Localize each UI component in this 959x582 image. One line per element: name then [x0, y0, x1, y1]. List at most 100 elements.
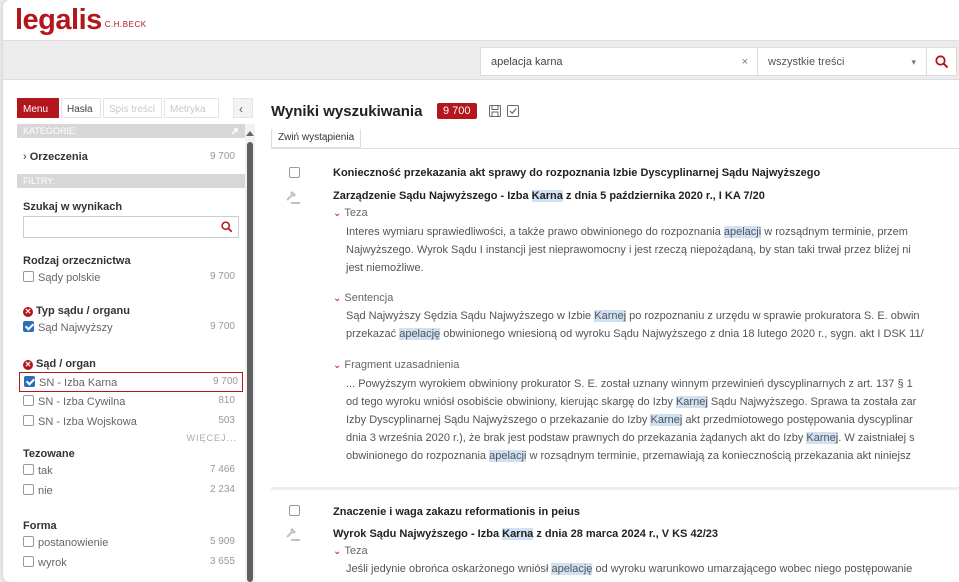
checkbox-checked[interactable]	[24, 376, 35, 387]
filter-option[interactable]: postanowienie 5 909	[23, 536, 239, 551]
highlight: Karna	[531, 190, 563, 202]
text: Izby Dyscyplinarnej Sądu Najwyższego o p…	[346, 414, 651, 426]
option-count: 810	[218, 395, 235, 406]
rodzaj-heading: Rodzaj orzecznictwa	[23, 255, 131, 267]
category-label: Orzeczenia	[29, 151, 88, 163]
option-count: 9 700	[209, 271, 235, 282]
search-button[interactable]	[927, 47, 957, 76]
filter-option[interactable]: SN - Izba Wojskowa 503	[23, 415, 239, 430]
chevron-down-icon: ⌄	[333, 293, 342, 304]
section-toggle-sentencja[interactable]: ⌄ Sentencja	[333, 292, 393, 304]
search-input[interactable]: apelacja karna ×	[480, 47, 757, 76]
sidebar-scrollbar[interactable]	[245, 124, 255, 582]
typ-heading: ✕ Typ sądu / organu	[23, 305, 130, 317]
result-checkbox[interactable]	[289, 505, 300, 516]
chevron-down-icon: ▾	[911, 57, 916, 67]
section-toggle-fragment[interactable]: ⌄ Fragment uzasadnienia	[333, 359, 459, 371]
checkbox[interactable]	[23, 395, 34, 406]
option-label: postanowienie	[38, 537, 109, 549]
option-count: 2 234	[209, 484, 235, 495]
text: akt przedmiotowego postępowania dyscypli…	[682, 414, 913, 426]
categories-label: KATEGORIE:	[23, 126, 78, 136]
checkbox[interactable]	[23, 484, 34, 495]
checkbox[interactable]	[23, 415, 34, 426]
typ-heading-label: Typ sądu / organu	[36, 305, 130, 317]
clear-icon[interactable]: ×	[742, 56, 748, 68]
tab-spis-tresci[interactable]: Spis treści	[103, 98, 162, 118]
checkbox[interactable]	[23, 556, 34, 567]
text: obwinionego do rozpoznania	[346, 450, 490, 462]
save-icon[interactable]	[489, 105, 501, 117]
filter-option-selected[interactable]: SN - Izba Karna 9 700	[19, 372, 243, 392]
filter-option[interactable]: wyrok 3 655	[23, 556, 239, 571]
results-pane: Wyniki wyszukiwania 9 700 Zwiń wystąpien…	[271, 95, 959, 582]
search-icon[interactable]	[221, 221, 233, 233]
tab-menu[interactable]: Menu	[17, 98, 59, 118]
option-count: 7 466	[209, 464, 235, 475]
checkbox[interactable]	[23, 271, 34, 282]
checkbox[interactable]	[23, 536, 34, 547]
text: Jeśli jedynie obrońca oskarżonego wniósł	[346, 563, 552, 575]
result-checkbox[interactable]	[289, 167, 300, 178]
option-label: SN - Izba Wojskowa	[38, 416, 137, 428]
search-in-results-input[interactable]	[23, 216, 239, 238]
collapse-occurrences-button[interactable]: Zwiń wystąpienia	[271, 129, 362, 148]
filter-option[interactable]: Sądy polskie 9 700	[23, 271, 239, 286]
highlight: apelację	[399, 328, 441, 340]
text: z dnia 28 marca 2024 r., V KS 42/23	[533, 528, 718, 540]
option-label: SN - Izba Karna	[39, 377, 118, 389]
filter-panel: KATEGORIE: › Orzeczenia 9 700 FILTRY: Sz…	[17, 124, 245, 582]
checkbox[interactable]	[23, 464, 34, 475]
result-source-link[interactable]: Wyrok Sądu Najwyższego - Izba Karna z dn…	[333, 528, 718, 540]
section-label: Teza	[344, 207, 368, 219]
text: Interes wymiaru sprawiedliwości, a także…	[346, 226, 724, 238]
section-toggle-teza[interactable]: ⌄ Teza	[333, 207, 368, 219]
result-title-link[interactable]: Znaczenie i waga zakazu reformationis in…	[333, 506, 580, 518]
teza-text: Jeśli jedynie obrońca oskarżonego wniósł…	[346, 560, 959, 578]
highlight: Karnej	[675, 396, 708, 408]
remove-filter-icon[interactable]: ✕	[23, 307, 33, 317]
gavel-icon	[286, 191, 300, 204]
sentencja-text: Sąd Najwyższy Sędzia Sądu Najwyższego w …	[346, 307, 959, 343]
scrollbar-thumb[interactable]	[247, 142, 253, 582]
search-scope-select[interactable]: wszystkie treści ▾	[757, 47, 927, 76]
sad-heading: ✕ Sąd / organ	[23, 358, 96, 370]
text-line: Izby Dyscyplinarnej Sądu Najwyższego o p…	[346, 411, 959, 429]
result-source-link[interactable]: Zarządzenie Sądu Najwyższego - Izba Karn…	[333, 190, 765, 202]
filters-label: FILTRY:	[23, 176, 56, 186]
tab-metryka[interactable]: Metryka	[164, 98, 219, 118]
more-link[interactable]: WIĘCEJ...	[186, 433, 237, 443]
filter-option[interactable]: Sąd Najwyższy 9 700	[23, 321, 239, 336]
highlight: apelacji	[723, 226, 762, 238]
pin-icon[interactable]	[230, 127, 239, 136]
filter-option[interactable]: SN - Izba Cywilna 810	[23, 395, 239, 410]
category-orzeczenia[interactable]: › Orzeczenia 9 700	[23, 151, 239, 163]
section-toggle-teza[interactable]: ⌄ Teza	[333, 545, 368, 557]
collapse-sidebar-button[interactable]: ‹	[233, 98, 253, 118]
text: Najwyższego. Wyrok Sądu I instancji jest…	[346, 244, 911, 256]
remove-filter-icon[interactable]: ✕	[23, 360, 33, 370]
select-all-icon[interactable]	[507, 105, 519, 117]
text-line: obwinionego do rozpoznania apelacji w ro…	[346, 447, 959, 465]
result-title-link[interactable]: Konieczność przekazania akt sprawy do ro…	[333, 167, 820, 179]
result-divider	[271, 487, 959, 490]
text: od wyroku warunkowo umarzającego wobec n…	[592, 563, 913, 575]
text-line: Sąd Najwyższy Sędzia Sądu Najwyższego w …	[346, 307, 959, 325]
text-line: ... Powyższym wyrokiem obwiniony prokura…	[346, 375, 959, 393]
scroll-up-icon[interactable]	[246, 130, 254, 136]
filter-option[interactable]: nie 2 234	[23, 484, 239, 499]
filter-option[interactable]: tak 7 466	[23, 464, 239, 479]
legalis-logo[interactable]: legalis C.H.BECK	[15, 4, 147, 37]
highlight: apelacji	[489, 450, 527, 462]
tab-hasla[interactable]: Hasła	[61, 98, 101, 118]
checkbox-checked[interactable]	[23, 321, 34, 332]
text: . W zaistniałej s	[838, 432, 915, 444]
sad-heading-label: Sąd / organ	[36, 358, 96, 370]
teza-text: Interes wymiaru sprawiedliwości, a także…	[346, 223, 959, 277]
text: Sądu Najwyższego. Sprawa ta została zar	[707, 396, 917, 408]
text: z dnia 5 października 2020 r., I KA 7/20	[562, 190, 765, 202]
text: Wyrok Sądu Najwyższego - Izba	[333, 528, 503, 540]
legalis-window: legalis C.H.BECK apelacja karna × wszystk…	[3, 0, 959, 582]
option-label: tak	[38, 465, 53, 477]
fragment-text: ... Powyższym wyrokiem obwiniony prokura…	[346, 375, 959, 465]
